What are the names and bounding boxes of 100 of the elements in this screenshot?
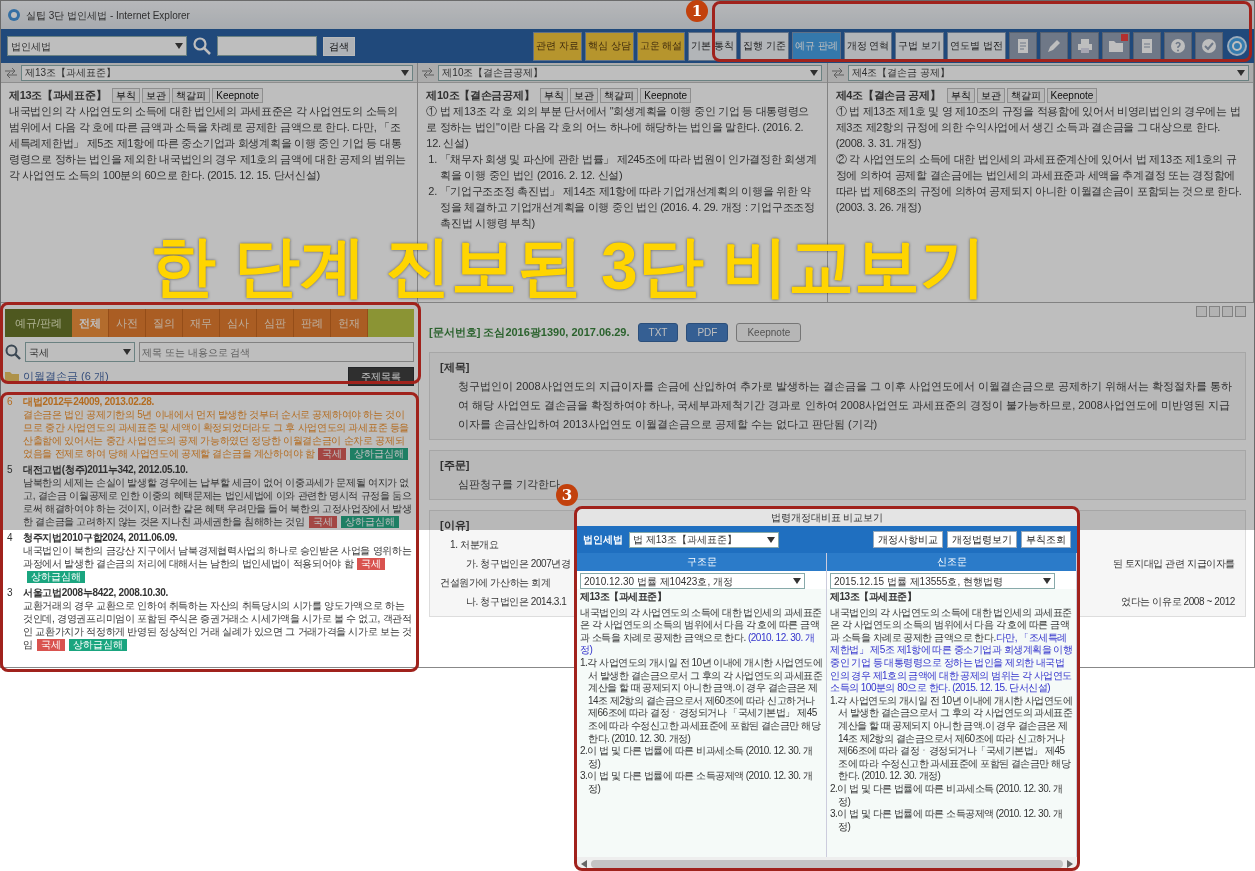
article-action-button[interactable]: 책갈피 (172, 88, 211, 103)
popup-button[interactable]: 개정법령보기 (947, 531, 1017, 548)
help-icon (1170, 38, 1186, 54)
dropdown-select[interactable]: 법 제13조【과세표준】 (629, 531, 779, 548)
toolbar-tab[interactable]: 구법 보기 (895, 31, 945, 61)
section-heading: [이유] (440, 518, 470, 533)
article-action-button[interactable]: 보관 (142, 88, 171, 103)
dropdown-select[interactable]: 제4조【결손금 공제】 (847, 64, 1249, 81)
article-paragraph: ① 법 제13조 제1호 및 영 제10조의 규정을 적용함에 있어서 비영리법인의 경우에는 법 제3조 제2항의 규정에 의한 수익사업에서 생긴 소득과 결손금을 그 대상으로 한다. (2008. 3. 31. 개정) (835, 104, 1242, 151)
toolbar-tab[interactable]: 고운 해설 (636, 31, 686, 61)
folder-label: 이월결손금 (6 개) (23, 369, 109, 385)
window-title: 실팁 3단 법인세법 - Internet Explorer (26, 8, 190, 23)
swap-icon (5, 67, 17, 78)
article-paragraph: 2.이 법 및 다른 법률에 따른 비과세소득 (2010. 12. 30. 개정) (580, 745, 814, 771)
toolbar-tab[interactable]: 개정 연혁 (843, 31, 893, 61)
dropdown-arrow-icon (175, 43, 183, 49)
search-icon (5, 344, 21, 360)
toolbar-button[interactable] (1040, 32, 1068, 60)
dropdown-select[interactable]: 2015.12.15 법률 제13555호, 현행법령 (830, 573, 1055, 589)
tag-label[interactable]: 국세 (357, 558, 386, 570)
ruling-item[interactable]: 3 서울고법2008누8422, 2008.10.30. 교환거래의 경우 교환으로 인하여 취득하는 자산의 취득당시의 시가를 양도가액으로 하는 것인데, 경영권프리미엄이 포함된 주식은 증권거래소 시세가액을 시가로 볼 수 없고, 객관적인 교환가치가 적정하게 반영된 정상적인 거래 실례가 있으면 그 거래가격을 시가로 보는 것임 국세 상하급심해 (5, 585, 414, 653)
search-button[interactable]: 검색 (323, 36, 355, 56)
folder-icon (5, 370, 19, 383)
dropdown-arrow-icon (401, 69, 409, 76)
article-paragraph: 내국법인의 각 사업연도의 소득에 대한 법인세의 과세표준은 각 사업연도의 소득의 범위에서 다음 각 호에 따른 금액과 소득을 차례로 공제한 금액으로 한다. 다만, 「조세특례제한법」 제5조 제1항에 따른 중소기업과 회생계획을 이행 중인 기업 등 대통령령으로 정하는 법인을 제외한 내국법인의 경우 제1호의 금액에 대한 공제의 범위는 각 사업연도 소득의 100분의 60으로 한다. (2015. 12. 15. 단서신설) (9, 104, 408, 183)
document-button[interactable]: PDF (686, 323, 729, 342)
dropdown-select[interactable]: 법인세법 (7, 36, 187, 56)
toolbar-button[interactable] (1071, 32, 1099, 60)
toolbar-button[interactable] (1164, 32, 1192, 60)
dropdown-select[interactable]: 2010.12.30 법률 제10423호, 개정 (580, 573, 805, 589)
document-text: 가. 청구법인은 2007년경 (466, 557, 571, 571)
dropdown-arrow-icon (1043, 578, 1051, 584)
dropdown-select[interactable]: 제13조【과세표준】 (21, 64, 413, 81)
article-paragraph: 1.각 사업연도의 개시일 전 10년 이내에 개시한 사업연도에서 발생한 결손금으로서 그 후의 각 사업연도의 과세표준 계산을 할 때 공제되지 아니한 금액.이 경우 결손금은 제14조 제2항의 결손금으로서 제60조에 따라 신고하거나 제66조에 따라 결정ㆍ경정되거나「국세기본법」 제45조에 따라 수정신고한 과세표준에 포함된 결손금만 해당한다. (2010. 12. 30. 개정) (830, 694, 1073, 783)
toolbar-tab[interactable]: 관련 자료 (532, 31, 582, 61)
section-heading: [주문] (440, 458, 470, 473)
document-number: [문서번호] 조심2016광1390, 2017.06.29. (429, 325, 630, 341)
dropdown-arrow-icon (810, 69, 819, 76)
popup-button[interactable]: 개정사항비교 (873, 531, 943, 548)
toolbar-tab[interactable]: 핵심 상담 (584, 31, 634, 61)
toolbar-button[interactable] (1133, 32, 1161, 60)
article-action-button[interactable]: 보관 (570, 88, 599, 103)
right-arrow-icon (1067, 859, 1073, 868)
article-paragraph: 2. 「기업구조조정 촉진법」 제14조 제1항에 따라 기업개선계획의 이행을 위한 약정을 체결하고 기업개선계획을 이행 중인 법인 (2016. 4. 29. 개정 : 기업구조조정촉진법 시행령 부칙) (427, 184, 816, 231)
article-action-button[interactable]: 보관 (976, 88, 1005, 103)
law-name: 법인세법 (583, 533, 623, 547)
toolbar-button[interactable] (1102, 32, 1130, 60)
dropdown-arrow-icon (1236, 69, 1245, 76)
article-paragraph: 2.이 법 및 다른 법률에 따른 비과세소득 (2010. 12. 30. 개정) (830, 782, 1064, 809)
article-action-button[interactable]: Keepnote (212, 88, 264, 103)
toolbar-tab[interactable]: 기본 통칙 (688, 31, 738, 61)
article-action-button[interactable]: Keepnote (1046, 88, 1098, 103)
category-label: 예규/판례 (5, 309, 73, 337)
article-paragraph: 내국법인의 각 사업연도의 소득에 대한 법인세의 과세표준은 각 사업연도의 소득의 범위에서 다음 각 호에 따른 금액과 소득을 차례로 공제한 금액으로 한다. (2010. 12. 30. 개정) (580, 606, 823, 657)
document-text: 었다는 이유로 2008 ~ 2012 (1121, 595, 1235, 609)
popup-title: 법령개정대비표 비교보기 (577, 509, 1077, 526)
article-action-button[interactable]: 부칙 (946, 88, 975, 103)
article-paragraph: ② 각 사업연도의 소득에 대한 법인세의 과세표준계산에 있어서 법 제13조 제1호의 규정에 의하여 공제할 결손금에는 법인세의 과세표준과 세액을 추계결정 또는 경정함에 따라 법 제68조의 규정에 의하여 공제되지 아니한 이월결손금이 포함되는 것으로 한다. (2003. 3. 26. 개정) (835, 152, 1243, 215)
document-text: 1. 처분개요 (450, 538, 499, 552)
browser-logo-icon (7, 8, 21, 22)
dropdown-select[interactable]: 제10조【결손금공제】 (438, 64, 823, 81)
toolbar-button[interactable] (1195, 32, 1223, 60)
search-field[interactable] (217, 36, 317, 56)
dropdown-arrow-icon (793, 578, 801, 584)
ring-icon (1226, 35, 1248, 57)
dropdown-arrow-icon (123, 349, 131, 355)
toolbar-tab[interactable]: 집행 기준 (740, 31, 789, 61)
swap-icon (422, 67, 435, 78)
article-title: 제13조【과세표준】 (580, 591, 668, 604)
headline-text: 한 단계 진보된 3단 비교보기 (150, 234, 987, 298)
toolbar-button[interactable] (1009, 32, 1037, 60)
article-action-button[interactable]: 책갈피 (1006, 88, 1045, 103)
article-action-button[interactable]: 책갈피 (600, 88, 639, 103)
article-paragraph: ① 법 제13조 각 호 외의 부분 단서에서 "회생계획을 이행 중인 기업 등 대통령령으로 정하는 법인"이란 다음 각 호의 어느 하나에 해당하는 법인을 말한다. (2016. 2. 12. 신설) (426, 104, 811, 151)
left-arrow-icon (581, 859, 587, 868)
article-paragraph: 1. 「채무자 회생 및 파산에 관한 법률」 제245조에 따라 법원이 인가결정한 회생계획을 이행 중인 법인 (2016. 2. 12. 신설) (427, 152, 818, 183)
document-text: 된 토지대입 관련 지급이자를 (1112, 557, 1235, 571)
article-title: 제4조【결손금 공제】 (835, 89, 941, 101)
pencil-icon (1046, 38, 1062, 54)
search-field[interactable]: 제목 또는 내용으로 검색 (139, 342, 414, 362)
article-action-button[interactable]: Keepnote (640, 88, 692, 103)
document-text: 청구법인이 2008사업연도의 지급이자를 손금에 산입하여 추가로 발생하는 결손금을 그 이후 사업연도에서 이월결손금으로 공제하기 위해서는 확정절차를 통하여 해당 사업연도 결손금을 확정하여야 하나, 국세부과제척기간 경과로 인하여 2008사업연도 과세표준의 경정이 불가능하므로, 2008사업연도에 미반영된 지급이자를 손금산입하여 2013사업연도 이월결손금으로 공제할 수는 없다고 판단됨 (기각) (458, 379, 1234, 432)
dropdown-arrow-icon (767, 536, 775, 543)
article-title: 제13조【과세표준】 (830, 591, 918, 604)
article-action-button[interactable]: 부칙 (540, 88, 569, 103)
article-title: 제13조【과세표준】 (9, 89, 107, 101)
article-paragraph: 3.이 법 및 다른 법률에 따른 소득공제액 (2010. 12. 30. 개정) (830, 808, 1064, 834)
swap-icon (831, 67, 844, 78)
article-action-button[interactable]: 부칙 (112, 88, 141, 103)
ruling-item[interactable]: 4 청주지법2010구합2024, 2011.06.09. 내국법인이 북한의 금강산 지구에서 남북경제협력사업의 하나로 승인받은 사업을 영위하는 과정에서 발생한 결손금의 처리에 대해서는 남한의 법인세법이 적용되어야 함 국세 상하급심해 (5, 530, 414, 585)
document-icon (1139, 38, 1155, 54)
column-heading: 구조문 (577, 553, 826, 571)
document-button[interactable]: Keepnote (736, 323, 802, 342)
toolbar-tab[interactable]: 연도별 법전 (947, 31, 1006, 61)
dropdown-select[interactable]: 국세 (25, 342, 135, 362)
document-icon (1015, 38, 1031, 54)
article-paragraph: 1.각 사업연도의 개시일 전 10년 이내에 개시한 사업연도에서 발생한 결손금으로서 그 후의 각 사업연도의 과세표준 계산을 할 때 공제되지 아니한 금액.이 경우 결손금은 제14조 제2항의 결손금으로서 제60조에 따라 신고하거나 제66조에 따라 결정ㆍ경정되거나 「국세기본법」 제45조에 따라 수정신고한 과세표준에 포함된 결손금만 해당한다. (2010. 12. 30. 개정) (580, 656, 823, 746)
tag-label[interactable]: 국세 (36, 639, 65, 651)
document-button[interactable]: TXT (637, 323, 679, 342)
popup-button[interactable]: 부칙조회 (1021, 531, 1071, 548)
